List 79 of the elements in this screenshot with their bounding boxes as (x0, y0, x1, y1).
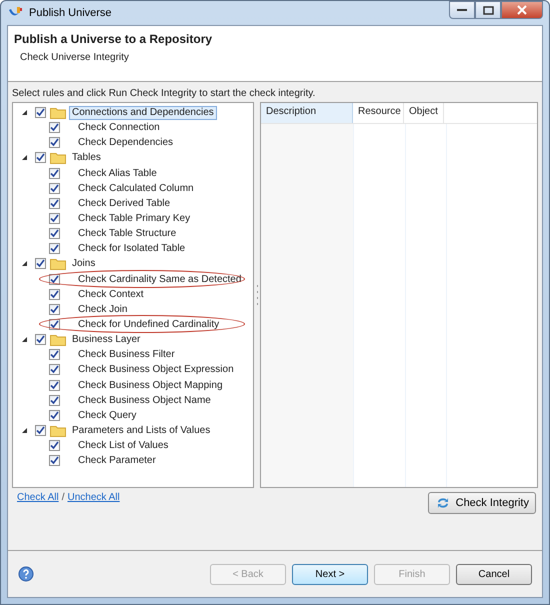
tree-item[interactable]: Check Derived Table (78, 198, 170, 209)
column-header[interactable]: Object (404, 103, 444, 123)
collapse-arrow-icon[interactable] (21, 108, 29, 117)
checkbox[interactable] (49, 380, 60, 391)
column-header[interactable]: Resource (353, 103, 404, 123)
uncheck-all-link[interactable]: Uncheck All (67, 492, 120, 503)
close-button[interactable] (501, 1, 543, 19)
tree-item[interactable]: Check Table Primary Key (78, 213, 190, 224)
tree-item[interactable]: Check Business Filter (78, 349, 175, 360)
tree-item[interactable]: Check Query (78, 410, 136, 421)
restore-button[interactable] (475, 1, 501, 19)
tree-item[interactable]: Check for Isolated Table (78, 243, 186, 254)
collapse-arrow-icon[interactable] (21, 426, 29, 435)
tree-item[interactable]: Check Business Object Expression (78, 364, 234, 376)
tree-item[interactable]: Check Business Object Mapping (78, 380, 223, 391)
checkbox[interactable] (49, 364, 60, 376)
wizard-button[interactable]: Next > (292, 564, 368, 584)
help-icon[interactable] (18, 566, 34, 582)
tree-group-item[interactable]: Connections and Dependencies (69, 106, 217, 120)
checkbox[interactable] (49, 288, 60, 300)
checkbox[interactable] (49, 440, 60, 452)
wizard-button[interactable]: Cancel (456, 564, 532, 584)
instruction-text: Select rules and click Run Check Integrity to start the check integrity. (12, 88, 316, 99)
checkbox[interactable] (35, 107, 46, 118)
minimize-icon (457, 8, 467, 12)
checkbox[interactable] (49, 137, 60, 148)
collapse-arrow-icon[interactable] (21, 260, 29, 268)
tree-group-item[interactable]: Joins (69, 256, 98, 271)
tree-item[interactable]: Check Connection (78, 122, 160, 134)
folder-icon (50, 106, 66, 120)
checkbox[interactable] (49, 349, 60, 360)
tree-item[interactable]: Check Alias Table (78, 168, 157, 179)
checkbox[interactable] (49, 182, 60, 194)
checkbox[interactable] (49, 168, 60, 179)
restore-icon (482, 6, 494, 14)
checkbox[interactable] (49, 198, 60, 209)
checkbox[interactable] (49, 410, 60, 421)
tree-group-item[interactable]: Business Layer (69, 332, 144, 347)
tree-item[interactable]: Check Dependencies (78, 137, 174, 148)
check-all-link[interactable]: Check All (17, 492, 59, 503)
collapse-arrow-icon[interactable] (21, 336, 29, 344)
checkbox[interactable] (49, 243, 60, 254)
folder-icon (50, 333, 66, 346)
tree-item[interactable]: Check Context (78, 288, 144, 300)
tree-item[interactable]: Check List of Values (78, 440, 168, 452)
checkbox[interactable] (49, 213, 60, 224)
folder-icon (50, 424, 66, 438)
splitter-grip-icon[interactable] (256, 285, 258, 305)
tree-item[interactable]: Check Business Object Name (78, 394, 211, 406)
tree-group-item[interactable]: Parameters and Lists of Values (69, 424, 214, 438)
folder-icon (50, 257, 66, 270)
checkbox[interactable] (49, 455, 60, 466)
checkbox[interactable] (35, 152, 46, 164)
page-title: Publish a Universe to a Repository (14, 32, 214, 46)
tree-group-item[interactable]: Tables (69, 150, 104, 165)
column-header[interactable]: Description (261, 103, 353, 123)
checkbox[interactable] (49, 394, 60, 406)
tree-item[interactable]: Check Cardinality Same as Detected (78, 274, 242, 285)
checkbox[interactable] (49, 274, 60, 285)
tree-item[interactable]: Check Table Structure (78, 228, 176, 240)
checkbox[interactable] (49, 228, 60, 240)
window-title: Publish Universe (29, 7, 112, 19)
checkbox[interactable] (49, 319, 60, 330)
close-icon (517, 5, 527, 15)
tree-item[interactable]: Check Parameter (78, 455, 156, 466)
page-subtitle: Check Universe Integrity (20, 52, 130, 63)
collapse-arrow-icon[interactable] (21, 154, 29, 162)
checkbox[interactable] (35, 425, 46, 436)
tree-item[interactable]: Check Join (78, 304, 128, 315)
minimize-button[interactable] (449, 1, 475, 19)
folder-icon (50, 151, 66, 164)
checkbox[interactable] (35, 258, 46, 270)
tree-item[interactable]: Check for Undefined Cardinality (78, 319, 220, 330)
checkbox[interactable] (49, 304, 60, 315)
checkbox[interactable] (35, 334, 46, 346)
tree-item[interactable]: Check Calculated Column (78, 182, 194, 194)
checkbox[interactable] (49, 122, 60, 134)
check-integrity-button[interactable]: Check Integrity (428, 492, 536, 514)
link-separator: / (62, 492, 64, 503)
